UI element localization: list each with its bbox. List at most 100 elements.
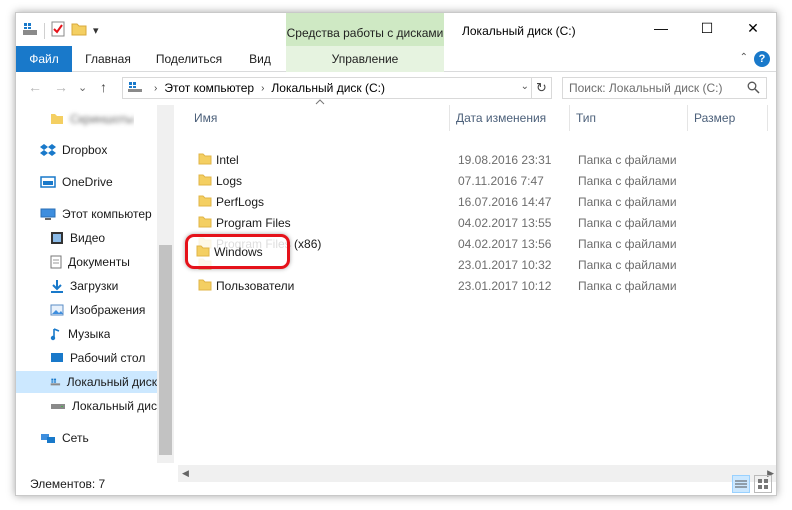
- file-row[interactable]: Program Files 04.02.2017 13:55 Папка с ф…: [188, 212, 774, 233]
- desktop-icon: [51, 353, 63, 362]
- horizontal-scrollbar[interactable]: ◀ ▶: [178, 465, 776, 482]
- documents-icon: [50, 255, 62, 269]
- file-row[interactable]: PerfLogs 16.07.2016 14:47 Папка с файлам…: [188, 191, 774, 212]
- breadcrumb-this-pc[interactable]: Этот компьютер: [164, 81, 254, 95]
- nav-item-dropbox[interactable]: Dropbox: [40, 139, 107, 161]
- column-header-date[interactable]: Дата изменения: [450, 105, 570, 131]
- dropbox-icon: [40, 144, 56, 156]
- ribbon-collapse-icon[interactable]: ⌃: [740, 52, 748, 63]
- file-date: 19.08.2016 23:31: [458, 153, 552, 167]
- file-date: 23.01.2017 10:12: [458, 279, 552, 293]
- maximize-button[interactable]: ☐: [684, 13, 730, 43]
- column-header-name[interactable]: Имя: [188, 105, 450, 131]
- scroll-left-icon[interactable]: ◀: [182, 468, 189, 479]
- properties-icon[interactable]: [51, 21, 65, 40]
- folder-icon: [198, 174, 212, 186]
- back-button[interactable]: ←: [28, 79, 42, 95]
- nav-item-local-disk-d[interactable]: Локальный диск: [50, 395, 162, 417]
- nav-pane-scrollbar[interactable]: [157, 105, 174, 463]
- file-type: Папка с файлами: [578, 174, 677, 188]
- help-button[interactable]: ?: [754, 51, 770, 67]
- search-placeholder: Поиск: Локальный диск (C:): [569, 81, 723, 95]
- drive-icon: [51, 404, 65, 409]
- recent-locations-button[interactable]: ⌄: [78, 81, 87, 94]
- file-date: 16.07.2016 14:47: [458, 195, 552, 209]
- computer-icon: [127, 81, 143, 96]
- minimize-button[interactable]: —: [638, 13, 684, 43]
- network-icon: [41, 434, 55, 443]
- nav-item-label: Локальный диск: [66, 375, 157, 389]
- breadcrumb-local-disk[interactable]: Локальный диск (C:): [271, 81, 385, 95]
- qat-dropdown[interactable]: ▾: [93, 24, 99, 37]
- nav-item-video[interactable]: Видео: [50, 227, 105, 249]
- search-input[interactable]: Поиск: Локальный диск (C:): [562, 77, 767, 99]
- file-name: Intel: [216, 153, 239, 167]
- nav-item-label: OneDrive: [62, 175, 113, 189]
- nav-item-desktop[interactable]: Рабочий стол: [50, 347, 145, 369]
- details-view-icon: [735, 480, 747, 488]
- folder-icon: [198, 195, 212, 207]
- qat-separator: [44, 22, 45, 39]
- folder-icon: [196, 245, 210, 257]
- scrollbar-thumb[interactable]: [159, 245, 172, 455]
- file-type: Папка с файлами: [578, 258, 677, 272]
- tab-file[interactable]: Файл: [16, 46, 72, 72]
- nav-item-music[interactable]: Музыка: [50, 323, 110, 345]
- drive-app-icon[interactable]: [22, 22, 38, 39]
- file-type: Папка с файлами: [578, 279, 677, 293]
- title-bar: ▾ Средства работы с дисками Локальный ди…: [16, 13, 776, 46]
- new-folder-icon[interactable]: [71, 22, 87, 39]
- nav-item-pictures[interactable]: Изображения: [50, 299, 145, 321]
- up-button[interactable]: ↑: [100, 79, 107, 95]
- status-bar: Элементов: 7: [16, 475, 776, 495]
- nav-item-label: Музыка: [68, 327, 111, 341]
- large-icons-view-button[interactable]: [754, 475, 772, 493]
- nav-item-onedrive[interactable]: OneDrive: [40, 171, 113, 193]
- file-name: Logs: [216, 174, 243, 188]
- close-button[interactable]: ✕: [730, 13, 776, 43]
- forward-button[interactable]: →: [54, 79, 68, 95]
- nav-item-label: Этот компьютер: [62, 207, 152, 221]
- tab-share[interactable]: Поделиться: [144, 46, 234, 72]
- tab-manage[interactable]: Управление: [286, 46, 444, 72]
- file-name: PerfLogs: [216, 195, 265, 209]
- highlighted-folder-name[interactable]: Windows: [214, 245, 263, 259]
- file-type: Папка с файлами: [578, 237, 677, 251]
- video-icon: [51, 232, 63, 244]
- nav-item-label: Документы: [68, 255, 130, 269]
- file-date: 07.11.2016 7:47: [458, 174, 544, 188]
- address-bar[interactable]: › Этот компьютер › Локальный диск (C:) ⌄…: [122, 77, 552, 99]
- nav-item-label: Загрузки: [70, 279, 119, 293]
- refresh-button[interactable]: ↻: [531, 78, 551, 98]
- file-date: 04.02.2017 13:56: [458, 237, 552, 251]
- nav-item-label: Скриншоты: [70, 112, 135, 126]
- nav-item-this-pc[interactable]: Этот компьютер: [40, 203, 152, 225]
- tab-view[interactable]: Вид: [236, 46, 284, 72]
- column-header-size[interactable]: Размер: [688, 105, 768, 131]
- nav-item-label: Сеть: [62, 431, 89, 445]
- file-row[interactable]: Intel 19.08.2016 23:31 Папка с файлами: [188, 149, 774, 170]
- details-view-button[interactable]: [732, 475, 750, 493]
- nav-item-downloads[interactable]: Загрузки: [50, 275, 118, 297]
- nav-item-label: Изображения: [70, 303, 146, 317]
- nav-item-local-disk-c[interactable]: Локальный диск: [16, 371, 157, 393]
- breadcrumb-separator: ›: [154, 82, 158, 94]
- file-date: 23.01.2017 10:32: [458, 258, 552, 272]
- nav-item-screenshots[interactable]: Скриншоты: [50, 108, 134, 130]
- downloads-icon: [51, 280, 63, 293]
- nav-item-network[interactable]: Сеть: [40, 427, 89, 449]
- pictures-icon: [50, 304, 64, 316]
- file-row[interactable]: Logs 07.11.2016 7:47 Папка с файлами: [188, 170, 774, 191]
- address-dropdown[interactable]: ⌄: [521, 81, 529, 92]
- onedrive-icon: [40, 176, 56, 188]
- quick-access-toolbar: ▾: [22, 21, 99, 40]
- nav-item-label: Рабочий стол: [70, 351, 146, 365]
- column-header-type[interactable]: Тип: [570, 105, 688, 131]
- tab-home[interactable]: Главная: [74, 46, 142, 72]
- nav-item-documents[interactable]: Документы: [50, 251, 130, 273]
- nav-item-label: Локальный диск: [72, 399, 163, 413]
- file-row[interactable]: Пользователи 23.01.2017 10:12 Папка с фа…: [188, 275, 774, 296]
- file-type: Папка с файлами: [578, 195, 677, 209]
- file-list: Имя Дата изменения Тип Размер Intel 19.0…: [178, 99, 776, 463]
- file-type: Папка с файлами: [578, 153, 677, 167]
